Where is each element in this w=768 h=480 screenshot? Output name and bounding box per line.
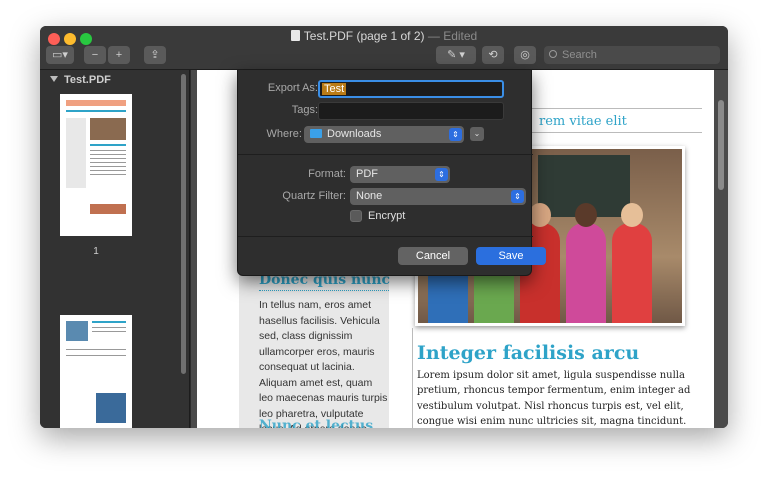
quartz-chevron-icon: ⇕ xyxy=(511,190,524,203)
quartz-filter-label: Quartz Filter: xyxy=(282,190,346,202)
share-icon: ⇪ xyxy=(150,49,160,61)
export-as-field[interactable]: Test xyxy=(318,80,504,98)
thumbnail-1-preview xyxy=(66,100,126,214)
zoom-in-icon: + xyxy=(115,49,123,61)
downloads-folder-icon xyxy=(310,129,322,138)
search-input[interactable]: Search xyxy=(544,46,720,64)
save-button[interactable]: Save xyxy=(476,247,546,265)
photo-child-3-head xyxy=(529,203,551,227)
quartz-filter-popup[interactable]: None ⇕ xyxy=(350,188,526,205)
right-column-body: Lorem ipsum dolor sit amet, ligula suspe… xyxy=(417,370,691,428)
cancel-button[interactable]: Cancel xyxy=(398,247,468,265)
photo-child-5-head xyxy=(621,203,643,227)
page-number-label: 1 xyxy=(93,246,99,257)
title-text: Test.PDF (page 1 of 2) xyxy=(303,29,425,43)
search-placeholder: Search xyxy=(562,49,597,61)
left-column-body: In tellus nam, eros amet hasellus facili… xyxy=(259,299,388,428)
photo-child-4-head xyxy=(575,203,597,227)
page-thumbnail-2[interactable] xyxy=(60,315,132,428)
thumbnail-2-preview xyxy=(66,321,126,423)
zoom-in-button[interactable]: + xyxy=(108,46,130,64)
export-as-value: Test xyxy=(322,83,347,95)
sheet-divider-1 xyxy=(238,154,533,155)
chevron-down-icon: ⌄ xyxy=(473,129,481,138)
sidebar-document-heading[interactable]: Test.PDF xyxy=(50,74,111,86)
window-title: Test.PDF (page 1 of 2) — Edited xyxy=(40,29,728,43)
markup-pen-button[interactable]: ✎ ▾ xyxy=(436,46,476,64)
tags-label: Tags: xyxy=(291,104,318,116)
column-divider xyxy=(412,328,413,428)
export-as-label: Export As: xyxy=(267,82,318,94)
pen-icon: ✎ ▾ xyxy=(447,49,465,61)
title-bar: Test.PDF (page 1 of 2) — Edited ▭▾ − + ⇪… xyxy=(40,26,728,70)
tags-field[interactable] xyxy=(318,102,504,120)
search-icon xyxy=(549,50,557,58)
sheet-divider-2 xyxy=(238,236,533,237)
encrypt-checkbox[interactable] xyxy=(350,210,362,222)
where-value: Downloads xyxy=(327,128,382,140)
format-value: PDF xyxy=(356,168,378,180)
preview-window: Test.PDF (page 1 of 2) — Edited ▭▾ − + ⇪… xyxy=(40,26,728,428)
thumbnail-sidebar: Test.PDF 1 xyxy=(40,70,190,428)
edited-status: — Edited xyxy=(427,29,478,43)
left-heading-rule xyxy=(259,290,389,291)
sidebar-heading-text: Test.PDF xyxy=(64,74,111,86)
share-button[interactable]: ⇪ xyxy=(144,46,166,64)
chevron-updown-icon: ⇕ xyxy=(449,128,462,141)
encrypt-label[interactable]: Encrypt xyxy=(368,210,405,222)
where-label: Where: xyxy=(266,128,302,140)
document-scrollbar[interactable] xyxy=(718,100,724,190)
format-chevron-icon: ⇕ xyxy=(435,168,448,181)
rotate-icon: ⟲ xyxy=(488,49,498,61)
format-popup[interactable]: PDF ⇕ xyxy=(350,166,450,183)
markup-circle-icon: ◎ xyxy=(520,49,530,61)
right-column-title: Integer facilisis arcu xyxy=(417,342,640,364)
photo-child-4 xyxy=(566,203,606,323)
disclosure-triangle-icon[interactable] xyxy=(50,76,58,82)
where-popup[interactable]: Downloads ⇕ xyxy=(304,126,464,143)
photo-child-5 xyxy=(612,203,652,323)
rotate-button[interactable]: ⟲ xyxy=(482,46,504,64)
quartz-filter-value: None xyxy=(356,190,383,202)
zoom-out-icon: − xyxy=(91,49,99,61)
sidebar-toggle-button[interactable]: ▭▾ xyxy=(46,46,74,64)
right-top-heading: rem vitae elit xyxy=(539,114,627,129)
document-icon xyxy=(290,30,300,41)
left-column-heading-2: Nunc et lectus xyxy=(259,418,374,428)
export-sheet: Export As: Test Tags: Where: Downloads ⇕… xyxy=(237,70,546,276)
format-label: Format: xyxy=(308,168,346,180)
page-thumbnail-1[interactable] xyxy=(60,94,132,236)
sidebar-icon: ▭▾ xyxy=(52,49,68,61)
zoom-out-button[interactable]: − xyxy=(84,46,106,64)
markup-toolbar-button[interactable]: ◎ xyxy=(514,46,536,64)
expand-chevron-button[interactable]: ⌄ xyxy=(470,127,484,141)
sidebar-scrollbar[interactable] xyxy=(181,74,186,374)
